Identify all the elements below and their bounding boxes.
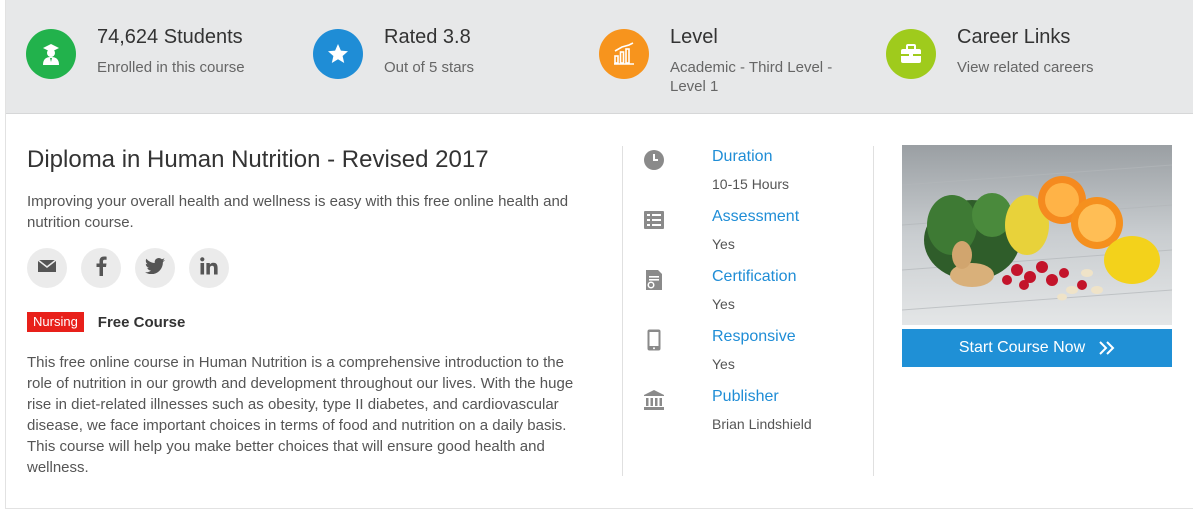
price-label: Free Course [97, 313, 186, 331]
stat-title: Level [670, 26, 718, 48]
facebook-share-button[interactable] [81, 248, 121, 288]
facebook-icon [95, 256, 107, 281]
stat-title: 74,624 Students [97, 26, 243, 48]
stat-subtitle: Out of 5 stars [384, 59, 475, 76]
stat-subtitle: Enrolled in this course [97, 59, 245, 76]
column-divider [873, 146, 874, 476]
twitter-icon [145, 257, 165, 279]
share-buttons [27, 248, 229, 288]
stat-title: Rated 3.8 [384, 26, 471, 48]
info-label: Responsive [712, 328, 796, 345]
clock-icon [642, 148, 666, 172]
info-label[interactable]: Publisher [712, 388, 779, 406]
email-icon [37, 258, 57, 279]
stats-bar: 74,624 Students Enrolled in this course … [6, 0, 1193, 114]
stat-subtitle: Academic - Third Level - Level 1 [670, 59, 833, 95]
institution-icon [642, 388, 666, 412]
column-divider [622, 146, 623, 476]
info-label: Certification [712, 268, 797, 285]
course-image [902, 145, 1172, 325]
info-value: Yes [712, 356, 735, 372]
certificate-icon [642, 268, 666, 292]
linkedin-share-button[interactable] [189, 248, 229, 288]
info-label: Duration [712, 148, 773, 165]
start-course-label: Start Course Now [958, 339, 1086, 356]
start-course-button[interactable]: Start Course Now [902, 329, 1172, 367]
twitter-share-button[interactable] [135, 248, 175, 288]
info-label: Assessment [712, 208, 800, 225]
category-tag[interactable]: Nursing [27, 312, 84, 332]
double-chevron-right-icon [1099, 341, 1115, 355]
stat-title[interactable]: Career Links [957, 26, 1070, 49]
course-description: This free online course in Human Nutriti… [27, 354, 574, 476]
course-page: 74,624 Students Enrolled in this course … [5, 0, 1193, 509]
info-value: Brian Lindshield [712, 416, 812, 432]
chart-icon [599, 29, 649, 79]
briefcase-icon[interactable] [886, 29, 936, 79]
info-value: 10-15 Hours [712, 176, 790, 192]
course-title: Diploma in Human Nutrition - Revised 201… [27, 146, 489, 173]
email-share-button[interactable] [27, 248, 67, 288]
info-value: Yes [712, 236, 735, 252]
graduate-icon [26, 29, 76, 79]
info-value: Yes [712, 296, 735, 312]
linkedin-icon [200, 256, 218, 280]
mobile-icon [642, 328, 666, 352]
star-icon [313, 29, 363, 79]
stat-subtitle[interactable]: View related careers [957, 58, 1147, 77]
checklist-icon [642, 208, 666, 232]
course-meta-row: Nursing Free Course [27, 312, 185, 332]
course-summary: Improving your overall health and wellne… [27, 193, 569, 231]
